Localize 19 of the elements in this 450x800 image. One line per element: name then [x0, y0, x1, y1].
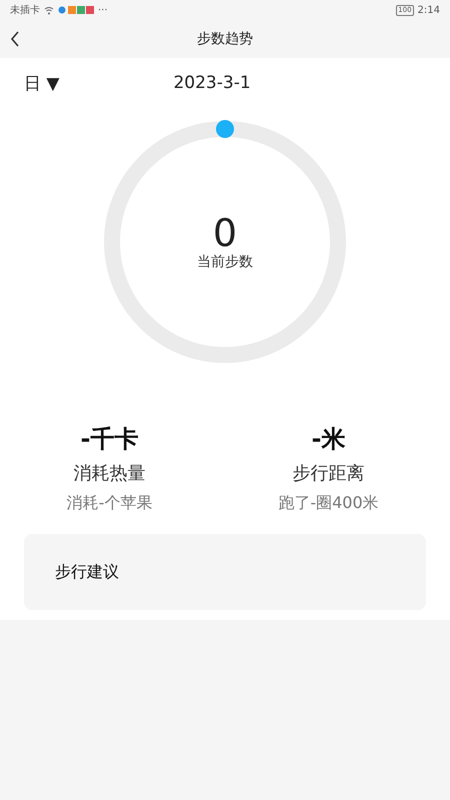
period-dropdown[interactable]: 日 ▼	[24, 72, 60, 94]
step-label: 当前步数	[197, 253, 253, 271]
advice-title: 步行建议	[55, 562, 119, 582]
stat-label: 步行距离	[292, 462, 364, 485]
app-icons-drawing	[58, 5, 94, 15]
wifi-icon	[44, 6, 54, 14]
stat-value: -米	[312, 424, 346, 455]
carrier-text: 未插卡	[10, 4, 40, 17]
stat-label: 消耗热量	[74, 462, 146, 485]
stat-note: 跑了-圈400米	[278, 493, 379, 514]
stat-value: -千卡	[80, 424, 138, 455]
page-title: 步数趋势	[197, 30, 253, 48]
more-text: ···	[98, 4, 108, 16]
progress-dot	[216, 120, 234, 138]
date-text: 2023-3-1	[173, 73, 251, 93]
stat-note: 消耗-个苹果	[66, 493, 152, 514]
clock-text: 2:14	[418, 4, 440, 16]
back-icon	[10, 31, 20, 47]
step-count: 0	[212, 213, 238, 253]
